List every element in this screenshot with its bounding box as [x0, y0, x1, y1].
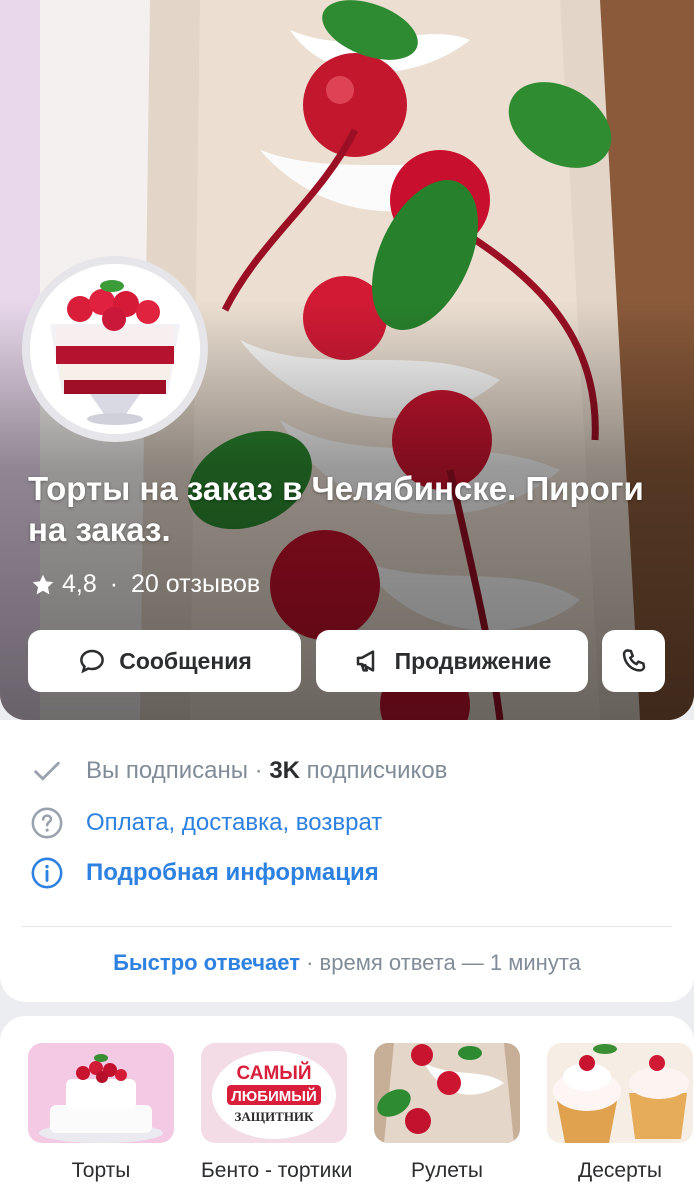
category-label-bento: Бенто - тортики	[201, 1159, 353, 1182]
messages-button[interactable]: Сообщения	[28, 630, 301, 692]
followers-count: 3K	[269, 757, 301, 784]
messages-label: Сообщения	[119, 647, 252, 674]
question-circle-icon	[31, 807, 63, 839]
reply-time: · время ответа — 1 минута	[300, 950, 581, 975]
subscribed-text: Вы подписаны ·	[86, 757, 270, 784]
checkmark-icon	[34, 761, 60, 781]
divider	[22, 926, 672, 927]
community-title: Торты на заказ в Челябинске. Пироги на з…	[28, 470, 644, 548]
bento-text-3: ЗАЩИТНИК	[235, 1109, 315, 1124]
star-icon	[32, 574, 54, 594]
category-image-desserts	[547, 1043, 693, 1143]
community-info: Вы подписаны · 3K подписчиков Оплата, до…	[0, 720, 694, 1002]
call-button[interactable]	[602, 630, 665, 692]
chat-bubble-icon	[80, 649, 105, 674]
category-card-cakes[interactable]: Торты	[28, 1043, 174, 1183]
rating-separator: ·	[102, 570, 125, 598]
category-image-cakes	[28, 1043, 174, 1143]
rating-summary[interactable]: 4,8 · 20 отзывов	[30, 570, 260, 599]
phone-icon	[622, 649, 645, 672]
category-card-rolls[interactable]: Рулеты	[374, 1043, 520, 1183]
promotion-label: Продвижение	[394, 647, 552, 674]
rating-value: 4,8	[62, 570, 97, 598]
category-image-rolls	[374, 1043, 520, 1143]
category-label-desserts: Десерты	[577, 1159, 662, 1182]
megaphone-icon	[356, 650, 374, 672]
bento-text-2: ЛЮБИМЫЙ	[231, 1087, 317, 1105]
category-card-desserts[interactable]: Десерты	[547, 1043, 693, 1183]
payment-delivery-link[interactable]: Оплата, доставка, возврат	[30, 806, 382, 840]
bento-text-1: САМЫЙ	[236, 1062, 311, 1084]
details-link[interactable]: Подробная информация	[30, 856, 379, 890]
category-label-cakes: Торты	[71, 1159, 131, 1182]
categories-carousel: Торты САМЫЙ ЛЮБИМЫЙ ЗАЩИТНИК Бенто - тор…	[0, 1016, 694, 1200]
community-avatar[interactable]	[22, 256, 208, 442]
details-label: Подробная информация	[86, 859, 379, 886]
promotion-button[interactable]: Продвижение	[316, 630, 588, 692]
response-time: Быстро отвечает · время ответа — 1 минут…	[0, 950, 694, 976]
category-card-bento[interactable]: САМЫЙ ЛЮБИМЫЙ ЗАЩИТНИК Бенто - тортики	[201, 1043, 353, 1183]
followers-label: подписчиков	[300, 757, 448, 784]
category-image-bento: САМЫЙ ЛЮБИМЫЙ ЗАЩИТНИК	[201, 1043, 347, 1143]
reviews-count: 20 отзывов	[130, 570, 261, 598]
fast-reply-label: Быстро отвечает	[113, 950, 300, 975]
cover-header: Торты на заказ в Челябинске. Пироги на з…	[0, 0, 694, 720]
subscription-status[interactable]: Вы подписаны · 3K подписчиков	[30, 754, 447, 788]
payment-delivery-label: Оплата, доставка, возврат	[86, 809, 383, 836]
info-circle-icon	[31, 857, 63, 889]
category-label-rolls: Рулеты	[411, 1159, 483, 1182]
